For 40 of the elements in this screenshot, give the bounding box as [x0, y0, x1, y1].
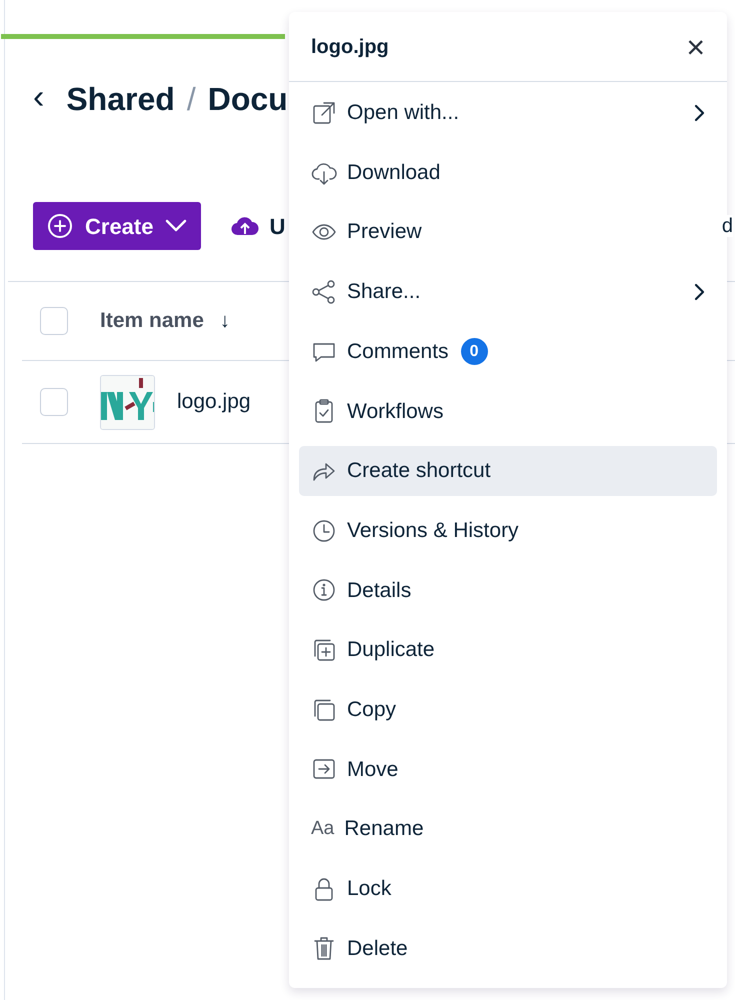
menu-item[interactable]: Details	[299, 566, 717, 616]
menu-item[interactable]: Preview	[299, 207, 717, 258]
share-icon	[311, 278, 337, 305]
row-checkbox[interactable]	[40, 388, 68, 416]
menu-item[interactable]: Move	[299, 744, 717, 794]
menu-item[interactable]: Open with...	[299, 88, 717, 138]
back-button[interactable]: ‹	[33, 80, 66, 118]
upload-button[interactable]: U	[231, 210, 286, 242]
menu-item[interactable]: Comments 0	[299, 326, 717, 376]
select-all-checkbox[interactable]	[40, 307, 68, 335]
breadcrumb-item[interactable]: Shared	[66, 75, 175, 123]
external-link-icon	[311, 100, 337, 126]
breadcrumb-separator: /	[186, 80, 196, 119]
menu-item[interactable]: Aa Rename	[299, 804, 717, 854]
plus-circle-icon	[47, 213, 73, 239]
menu-item[interactable]: Share...	[299, 267, 717, 317]
chevron-right-icon	[693, 282, 705, 301]
toolbar-text: d	[722, 215, 733, 237]
menu-item[interactable]: Workflows	[299, 386, 717, 436]
text-format-icon: Aa	[311, 816, 334, 842]
sort-arrow[interactable]: ↓	[220, 306, 230, 336]
clock-icon	[311, 518, 337, 544]
chevron-down-icon	[165, 219, 188, 233]
menu-item[interactable]: Copy	[299, 684, 717, 735]
menu-item[interactable]: Duplicate	[299, 625, 717, 675]
menu-item[interactable]: Delete	[299, 924, 717, 974]
menu-item[interactable]: Lock	[299, 864, 717, 914]
breadcrumb-item[interactable]: Docu	[208, 75, 288, 123]
count-badge: 0	[460, 338, 488, 366]
menu-item[interactable]: Download	[299, 148, 717, 198]
create-button[interactable]: Create	[33, 202, 202, 250]
chevron-right-icon	[693, 104, 705, 122]
menu-item[interactable]: Versions & History	[299, 506, 717, 556]
file-name[interactable]: logo.jpg	[177, 386, 251, 418]
cloud-upload-icon	[231, 215, 260, 237]
menu-item[interactable]: Create shortcut	[299, 446, 717, 496]
menu-title: logo.jpg	[311, 34, 389, 60]
column-header[interactable]: Item name	[100, 305, 204, 337]
close-button[interactable]: ×	[686, 30, 705, 62]
info-icon	[311, 577, 337, 604]
